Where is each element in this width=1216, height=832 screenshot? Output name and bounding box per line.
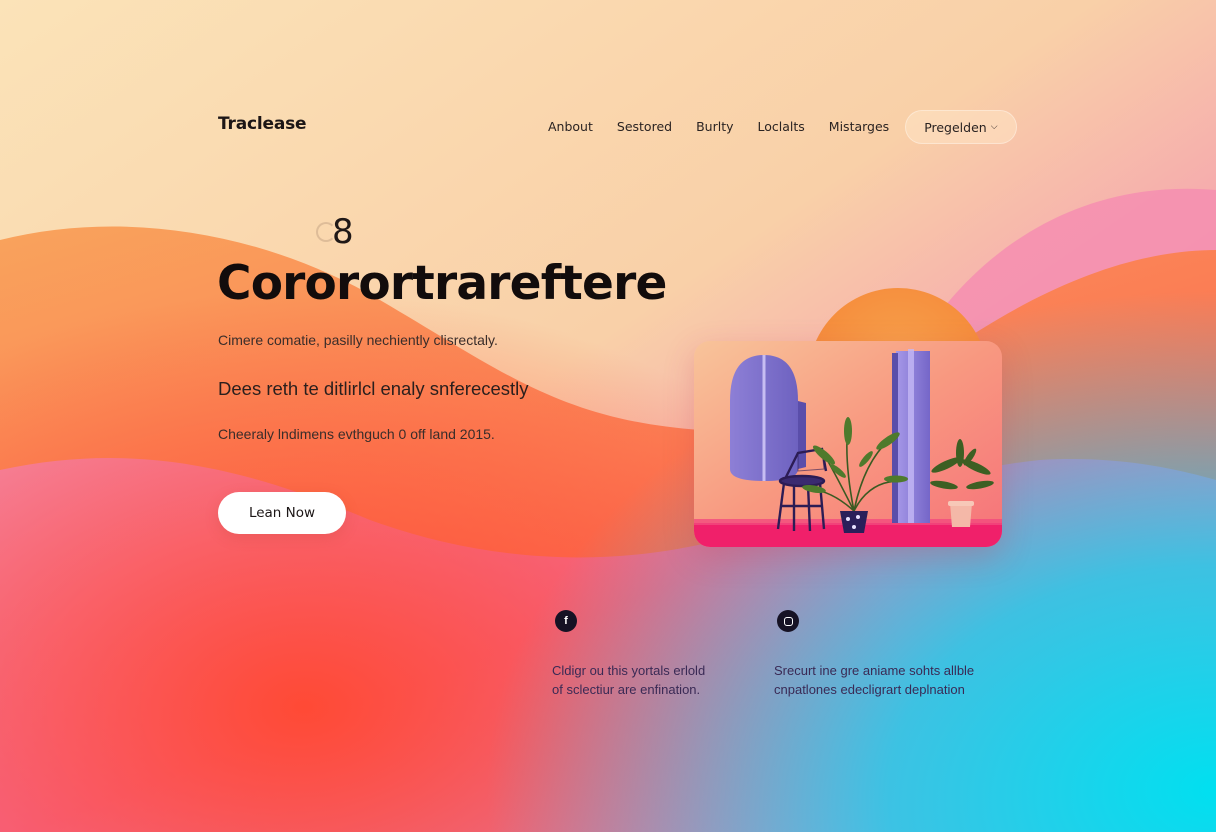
instagram-square-icon [783, 616, 793, 626]
feature-text-2: Srecurt ine gre aniame sohts allble cnpa… [774, 661, 1004, 699]
main-nav: Anbout Sestored Burlty Loclalts Mistarge… [548, 110, 1017, 144]
hero-illustration [694, 341, 1002, 547]
hero-badge: 8 [316, 212, 354, 252]
learn-now-button[interactable]: Lean Now [218, 492, 346, 534]
nav-item-burlty[interactable]: Burlty [696, 111, 733, 143]
feature-1-line-2: of sclectiur are enfination. [552, 682, 701, 697]
hero-headline: Cororortrareftere [217, 256, 667, 311]
instagram-icon[interactable] [777, 610, 799, 632]
nav-item-about[interactable]: Anbout [548, 111, 593, 143]
feature-2-line-1: Srecurt ine gre aniame sohts allble [774, 663, 975, 678]
nav-item-sestored[interactable]: Sestored [617, 111, 672, 143]
facebook-glyph: f [564, 615, 568, 627]
dropdown-label: Pregelden [924, 119, 987, 135]
facebook-icon[interactable]: f [555, 610, 577, 632]
feature-1-line-1: Cldigr ou this yortals erlold [552, 663, 706, 678]
brand-logo[interactable]: Traclease [218, 114, 307, 134]
badge-number: 8 [332, 212, 354, 252]
nav-item-loclalts[interactable]: Loclalts [758, 111, 805, 143]
feature-2-line-2: cnpatlones edecligrart deplnation [774, 682, 965, 697]
feature-text-1: Cldigr ou this yortals erlold of sclecti… [552, 661, 752, 699]
chevron-down-icon: ⌵ [990, 122, 998, 132]
nav-item-mistarges[interactable]: Mistarges [829, 111, 889, 143]
hero-subtitle-3: Cheeraly lndimens evthguch 0 off land 20… [218, 426, 495, 442]
hero-subtitle-1: Cimere comatie, pasilly nechiently clisr… [218, 332, 498, 348]
language-dropdown-button[interactable]: Pregelden ⌵ [905, 110, 1017, 144]
hero-subtitle-2: Dees reth te ditlirlcl enaly snferecestl… [218, 378, 529, 399]
